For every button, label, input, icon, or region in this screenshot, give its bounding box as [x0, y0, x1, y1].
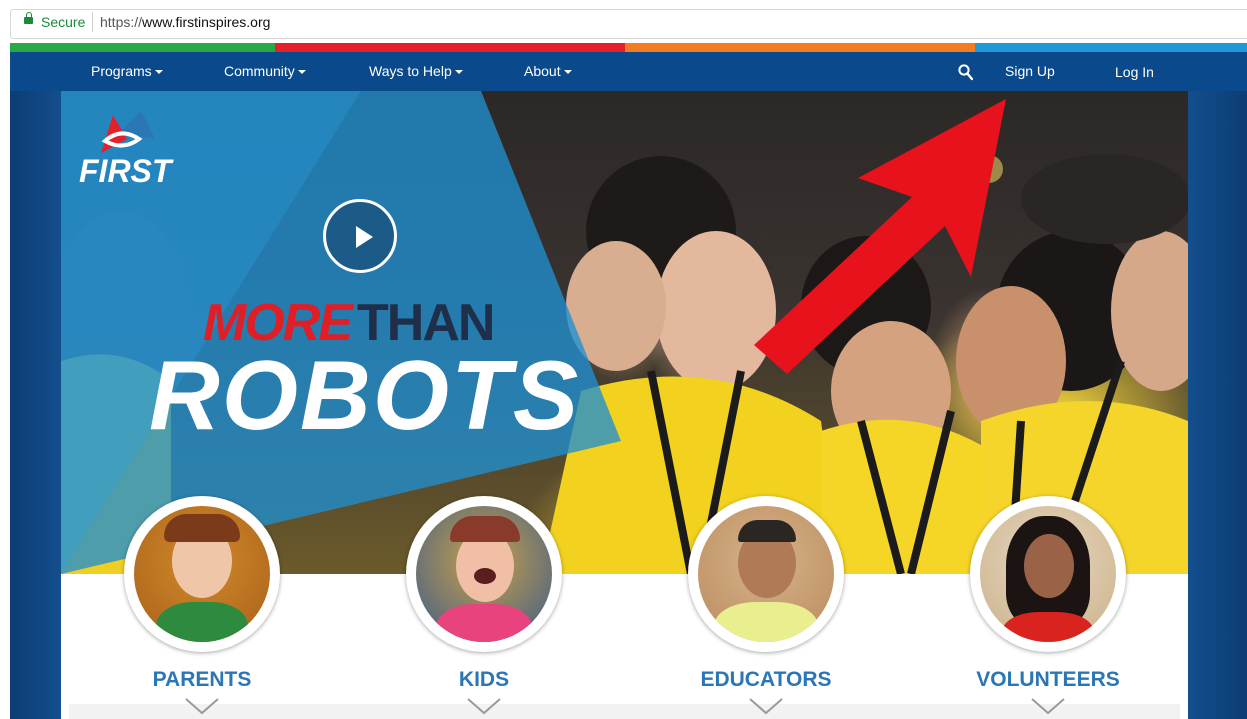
chevron-down-icon[interactable]	[466, 697, 502, 715]
chevron-down-icon	[154, 70, 163, 75]
nav-ways-to-help[interactable]: Ways to Help	[369, 63, 463, 79]
main-nav	[10, 52, 1247, 91]
color-strip-blue	[975, 43, 1247, 52]
hero-headline-robots: ROBOTS	[149, 340, 581, 450]
secure-label: Secure	[41, 14, 86, 30]
chevron-down-icon	[297, 70, 306, 75]
left-side-panel	[10, 91, 61, 719]
browser-address-bar: Secure https://www.firstinspires.org	[0, 0, 1247, 44]
chevron-down-icon	[563, 70, 572, 75]
nav-community[interactable]: Community	[224, 63, 306, 79]
lock-icon	[24, 12, 33, 24]
color-strip-red	[275, 43, 625, 52]
color-strip-green	[10, 43, 275, 52]
url-text[interactable]: https://www.firstinspires.org	[100, 14, 270, 30]
volunteers-avatar[interactable]	[970, 496, 1126, 652]
kids-avatar[interactable]	[406, 496, 562, 652]
first-logo-text[interactable]: FIRST	[79, 153, 171, 190]
address-divider	[92, 12, 93, 32]
parents-avatar[interactable]	[124, 496, 280, 652]
chevron-down-icon	[454, 70, 463, 75]
educators-avatar[interactable]	[688, 496, 844, 652]
chevron-down-icon[interactable]	[748, 697, 784, 715]
play-video-button[interactable]	[323, 199, 397, 273]
chevron-down-icon[interactable]	[184, 697, 220, 715]
chevron-down-icon[interactable]	[1030, 697, 1066, 715]
kids-label[interactable]: KIDS	[384, 668, 584, 692]
nav-programs[interactable]: Programs	[91, 63, 163, 79]
right-side-panel	[1188, 91, 1247, 719]
nav-about[interactable]: About	[524, 63, 572, 79]
parents-label[interactable]: PARENTS	[102, 668, 302, 692]
log-in-link[interactable]: Log In	[1115, 64, 1154, 80]
volunteers-label[interactable]: VOLUNTEERS	[948, 668, 1148, 692]
search-icon[interactable]	[958, 64, 973, 81]
educators-label[interactable]: EDUCATORS	[666, 668, 866, 692]
sign-up-link[interactable]: Sign Up	[1005, 63, 1055, 79]
audience-section-footer	[69, 704, 1180, 719]
color-strip-orange	[625, 43, 975, 52]
